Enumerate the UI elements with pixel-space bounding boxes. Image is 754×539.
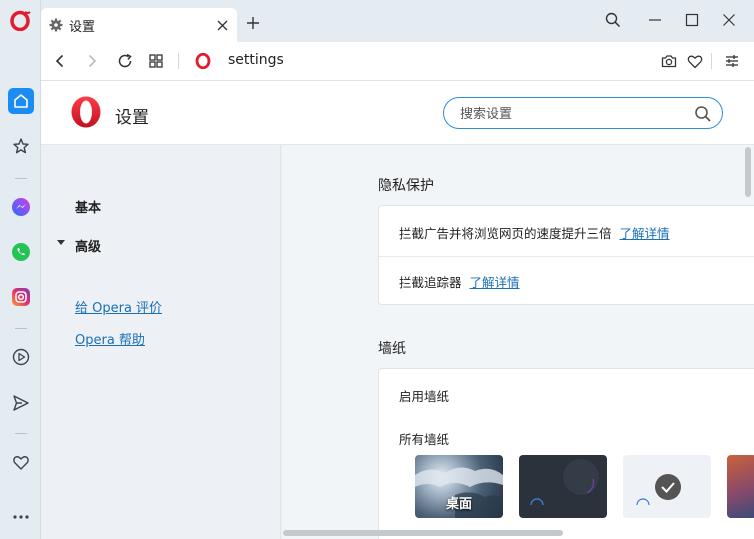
address-bar: settings	[41, 42, 754, 81]
star-icon	[13, 138, 29, 154]
block-ads-learn-more-link[interactable]: 了解详情	[620, 226, 670, 241]
reload-button[interactable]	[114, 50, 136, 72]
opera-help-link[interactable]: Opera 帮助	[75, 329, 145, 348]
opera-logo	[69, 95, 103, 129]
chevron-right-icon	[88, 54, 97, 68]
wallpaper-dark[interactable]	[519, 455, 607, 518]
messenger-icon	[12, 198, 30, 216]
instagram-button[interactable]	[8, 284, 34, 310]
minimize-button[interactable]	[645, 10, 665, 30]
settings-main: 隐私保护 拦截广告并将浏览网页的速度提升三倍 了解详情 拦截追踪器 了解详情 墙纸 …	[282, 145, 754, 539]
tabs-overview-button[interactable]	[145, 50, 167, 72]
minimize-icon	[649, 19, 661, 21]
maximize-button[interactable]	[682, 10, 702, 30]
heart-icon	[13, 456, 29, 470]
back-button[interactable]	[49, 50, 71, 72]
close-icon	[723, 14, 735, 26]
home-icon	[14, 94, 28, 108]
block-trackers-label: 拦截追踪器	[399, 275, 462, 290]
player-button[interactable]	[8, 344, 34, 370]
privacy-card: 拦截广告并将浏览网页的速度提升三倍 了解详情 拦截追踪器 了解详情	[378, 205, 754, 305]
search-input[interactable]	[460, 104, 690, 124]
browser-sidebar	[0, 0, 41, 539]
vertical-scrollbar[interactable]	[745, 147, 751, 197]
whatsapp-icon	[12, 243, 30, 261]
play-circle-icon	[12, 348, 30, 366]
dark-abstract-image	[530, 459, 599, 506]
settings-search-box	[443, 97, 723, 129]
close-icon	[217, 20, 227, 30]
address-divider	[711, 53, 712, 69]
tab-search-button[interactable]	[603, 10, 623, 30]
pin-heart-button[interactable]	[684, 50, 706, 72]
bookmarks-button[interactable]	[8, 133, 34, 159]
search-icon	[695, 106, 711, 122]
all-wallpapers-label: 所有墙纸	[399, 432, 450, 447]
search-icon	[605, 12, 621, 28]
grid-icon	[149, 54, 163, 68]
wallpaper-section-title: 墙纸	[378, 341, 406, 357]
card-divider	[379, 256, 754, 257]
speed-dial-button[interactable]	[8, 88, 34, 114]
opera-logo-icon	[10, 10, 31, 32]
opera-menu-logo[interactable]	[10, 9, 32, 32]
light-abstract-image	[636, 474, 681, 506]
plus-icon	[247, 17, 259, 29]
sidebar-divider	[15, 178, 27, 179]
search-button[interactable]	[694, 105, 712, 123]
horizontal-scrollbar[interactable]	[283, 530, 563, 536]
wallpaper-sunset[interactable]	[727, 455, 754, 518]
sidebar-more-button[interactable]	[8, 504, 34, 530]
easy-setup-button[interactable]	[721, 50, 743, 72]
block-ads-row: 拦截广告并将浏览网页的速度提升三倍 了解详情	[399, 223, 670, 242]
send-icon	[13, 395, 29, 411]
enable-wallpaper-label: 启用墙纸	[399, 389, 450, 404]
more-dots-icon	[13, 515, 29, 519]
pinboards-button[interactable]	[8, 450, 34, 476]
rate-opera-link[interactable]: 给 Opera 评价	[75, 297, 162, 316]
instagram-icon	[12, 288, 30, 306]
close-window-button[interactable]	[719, 10, 739, 30]
nav-basic[interactable]: 基本	[75, 197, 101, 216]
url-field[interactable]: settings	[228, 52, 284, 68]
settings-header: 设置	[41, 81, 754, 145]
site-info-button[interactable]	[192, 50, 214, 72]
sidebar-divider	[15, 328, 27, 329]
snapshot-button[interactable]	[658, 50, 680, 72]
reload-icon	[118, 53, 132, 68]
opera-logo-icon	[71, 96, 101, 128]
maximize-icon	[685, 13, 699, 27]
chevron-left-icon	[55, 54, 64, 68]
title-bar: 设置	[41, 0, 754, 42]
nav-advanced[interactable]: 高级	[75, 236, 101, 255]
block-trackers-row: 拦截追踪器 了解详情	[399, 272, 520, 291]
wallpaper-light[interactable]	[623, 455, 711, 518]
heart-icon	[687, 55, 703, 68]
opera-logo-icon	[195, 53, 211, 69]
gear-icon	[49, 18, 63, 32]
wallpaper-desktop-label: 桌面	[445, 497, 472, 512]
wallpaper-desktop[interactable]: 桌面	[415, 455, 503, 518]
camera-icon	[661, 55, 677, 68]
tab-title: 设置	[69, 19, 96, 35]
new-tab-button[interactable]	[244, 14, 262, 32]
messenger-button[interactable]	[8, 194, 34, 220]
block-ads-label: 拦截广告并将浏览网页的速度提升三倍	[399, 226, 612, 241]
block-trackers-learn-more-link[interactable]: 了解详情	[470, 275, 520, 290]
sliders-icon	[726, 55, 738, 67]
tab-close-button[interactable]	[215, 18, 229, 32]
my-flow-button[interactable]	[8, 390, 34, 416]
address-divider	[178, 53, 179, 69]
tab-settings[interactable]: 设置	[41, 8, 237, 42]
privacy-section-title: 隐私保护	[378, 178, 434, 194]
caret-down-icon[interactable]	[57, 240, 65, 245]
page-title: 设置	[115, 108, 149, 128]
sidebar-divider	[15, 433, 27, 434]
settings-nav: 基本 高级 给 Opera 评价 Opera 帮助	[41, 145, 281, 539]
whatsapp-button[interactable]	[8, 239, 34, 265]
forward-button[interactable]	[81, 50, 103, 72]
